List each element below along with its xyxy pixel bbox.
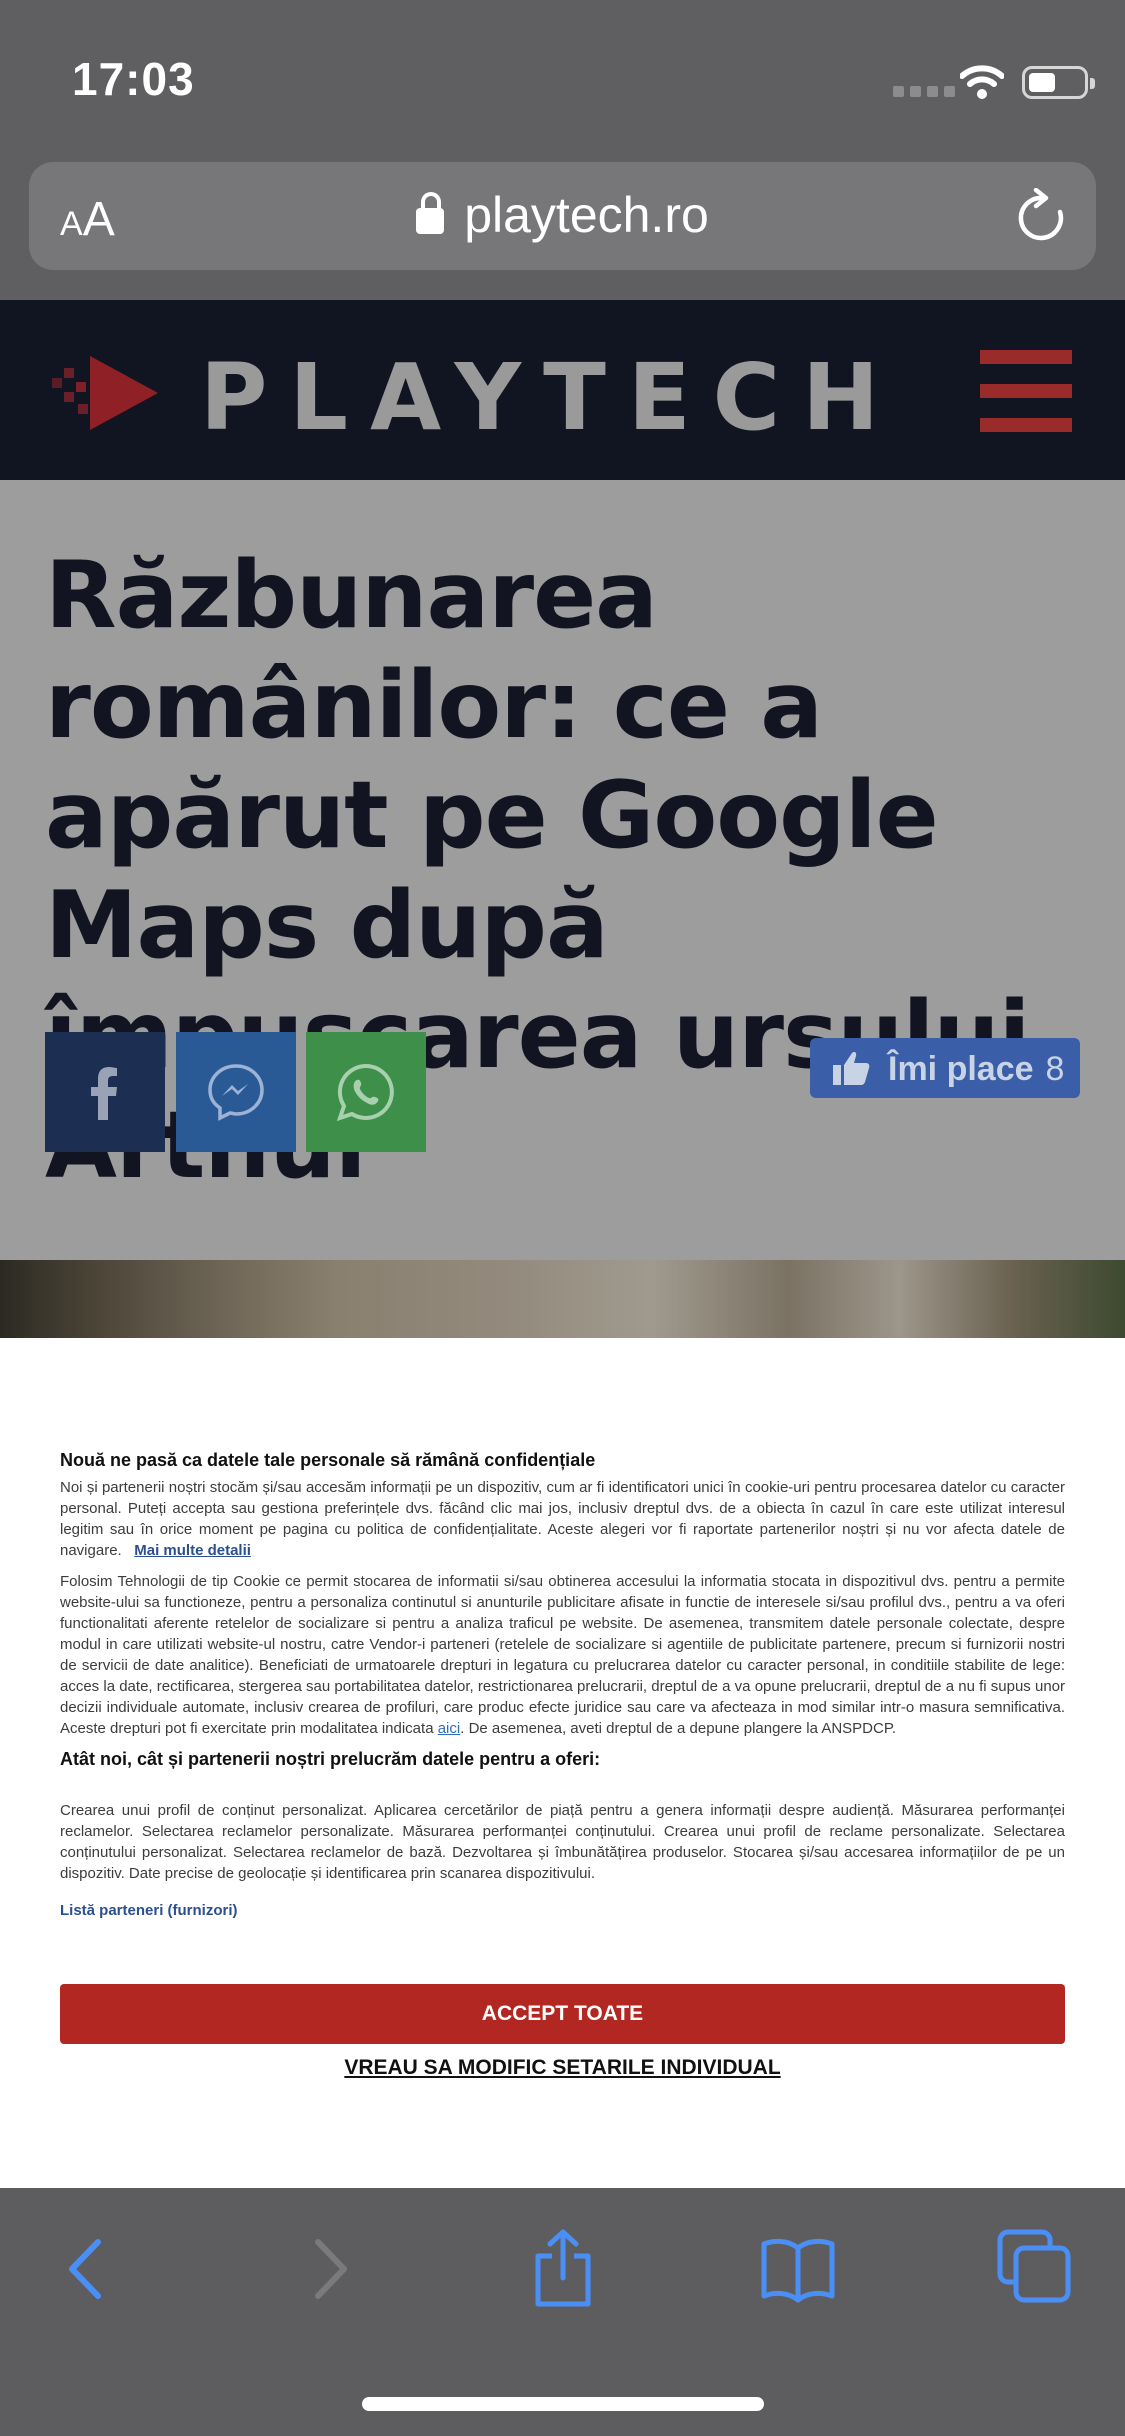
facebook-icon — [91, 1067, 117, 1120]
messenger-share-button[interactable] — [176, 1032, 296, 1152]
cookie-consent-dialog: Nouă ne pasă ca datele tale personale să… — [0, 1338, 1125, 2188]
facebook-share-button[interactable] — [45, 1032, 165, 1152]
consent-cookie-text: Folosim Tehnologii de tip Cookie ce perm… — [60, 1573, 1065, 1737]
playtech-logo-icon[interactable] — [50, 348, 160, 438]
more-details-link[interactable]: Mai multe detalii — [134, 1542, 251, 1559]
forward-icon[interactable] — [294, 2234, 364, 2304]
article-header: Răzbunarea românilor: ce a apărut pe Goo… — [0, 480, 1125, 1260]
browser-address-area: AA playtech.ro — [0, 150, 1125, 300]
url-display[interactable]: playtech.ro — [29, 186, 1096, 244]
address-bar[interactable]: AA playtech.ro — [29, 162, 1096, 270]
site-logo-text[interactable]: PLAYTECH — [200, 344, 901, 451]
back-icon[interactable] — [52, 2234, 122, 2304]
whatsapp-share-button[interactable] — [306, 1032, 426, 1152]
tabs-icon[interactable] — [996, 2228, 1072, 2304]
consent-purposes-text: Crearea unui profil de conținut personal… — [60, 1802, 1065, 1882]
article-photo — [0, 1260, 1125, 1338]
consent-heading: Nouă ne pasă ca datele tale personale să… — [60, 1450, 596, 1470]
status-bar: 17:03 — [0, 0, 1125, 150]
url-domain: playtech.ro — [464, 187, 709, 243]
site-header: PLAYTECH — [0, 300, 1125, 480]
messenger-icon — [208, 1064, 264, 1121]
whatsapp-icon — [336, 1063, 394, 1122]
bookmarks-icon[interactable] — [760, 2234, 836, 2304]
wifi-icon — [960, 65, 1004, 99]
thumbs-up-icon — [833, 1052, 870, 1085]
facebook-like-button[interactable]: Îmi place 8 — [810, 1038, 1080, 1098]
home-indicator[interactable] — [362, 2397, 764, 2411]
share-icon[interactable] — [528, 2228, 598, 2308]
consent-content: Nouă ne pasă ca datele tale personale să… — [60, 1450, 1065, 1919]
consent-intro-text: Noi și partenerii noștri stocăm și/sau a… — [60, 1479, 1065, 1559]
like-count: 8 — [1045, 1050, 1065, 1088]
screen: 17:03 AA playtech.ro PLAYTECH Răzbunarea… — [0, 0, 1125, 2436]
accept-all-button[interactable]: ACCEPT TOATE — [60, 1984, 1065, 2044]
menu-hamburger-icon[interactable] — [980, 350, 1072, 452]
reload-icon[interactable] — [1016, 188, 1068, 244]
like-label: Îmi place — [888, 1050, 1034, 1088]
consent-purposes-heading: Atât noi, cât și partenerii noștri prelu… — [60, 1749, 601, 1769]
lock-icon — [416, 192, 445, 234]
status-time: 17:03 — [72, 53, 195, 105]
cellular-signal-icon — [893, 86, 955, 97]
modify-settings-link[interactable]: VREAU SA MODIFIC SETARILE INDIVIDUAL — [0, 2056, 1125, 2080]
aici-link[interactable]: aici — [438, 1720, 461, 1737]
partners-list-link[interactable]: Listă parteneri (furnizori) — [60, 1902, 1065, 1919]
battery-icon — [1022, 66, 1095, 99]
